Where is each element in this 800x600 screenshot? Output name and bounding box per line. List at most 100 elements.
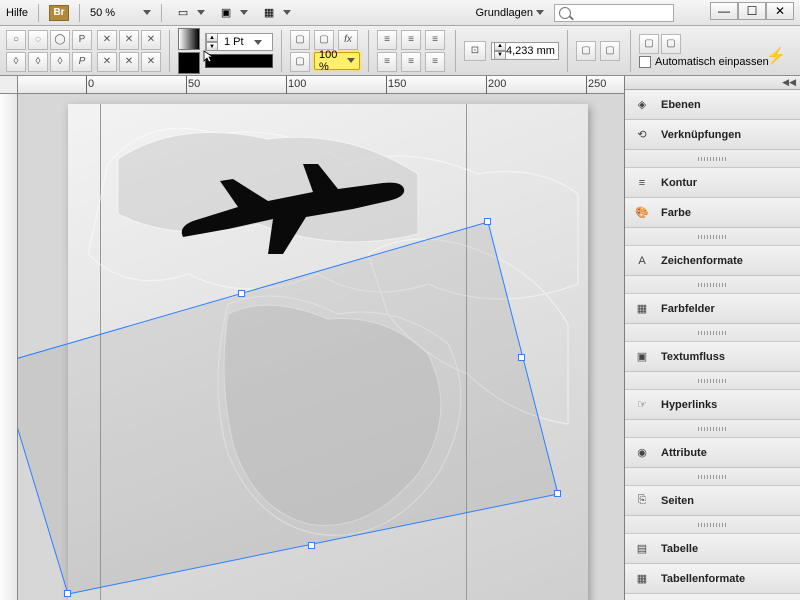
align-button[interactable]: ≡ <box>425 52 445 72</box>
panel-cell-styles[interactable]: ▥Zellenformate <box>625 594 800 600</box>
spin-up[interactable]: ▲ <box>494 42 506 51</box>
size-field[interactable]: ▲ ▼ <box>491 42 559 60</box>
path-op[interactable]: ✕ <box>141 30 161 50</box>
selection-handle[interactable] <box>308 542 315 549</box>
canvas[interactable] <box>18 94 624 600</box>
attributes-icon: ◉ <box>633 445 651 461</box>
align-button[interactable]: ≡ <box>401 30 421 50</box>
workspace-switcher[interactable]: Grundlagen <box>476 7 545 19</box>
wrap-option[interactable]: ◊ <box>6 52 26 72</box>
align-button[interactable]: ≡ <box>377 52 397 72</box>
page[interactable] <box>68 104 588 600</box>
wrap-option[interactable]: ◊ <box>28 52 48 72</box>
fill-swatch[interactable] <box>178 28 200 50</box>
fx-button[interactable]: fx <box>338 30 358 50</box>
spin-down[interactable]: ▼ <box>494 51 506 60</box>
zoom-value: 50 % <box>90 7 140 19</box>
panel-label: Textumfluss <box>661 351 725 363</box>
chevron-down-icon <box>347 58 355 63</box>
quick-apply-icon[interactable]: ⚡ <box>766 46 786 66</box>
panel-label: Attribute <box>661 447 707 459</box>
panel-pages[interactable]: ⎘Seiten <box>625 486 800 516</box>
minimize-button[interactable]: — <box>710 2 738 20</box>
transform-button[interactable]: ▢ <box>639 34 659 54</box>
wrap-option[interactable]: ○ <box>6 30 26 50</box>
close-button[interactable]: ✕ <box>766 2 794 20</box>
stroke-style-preview[interactable] <box>205 54 273 68</box>
panel-layers[interactable]: ◈Ebenen <box>625 90 800 120</box>
ruler-origin[interactable] <box>0 76 18 94</box>
fit-frame-button[interactable]: ⊡ <box>464 41 486 61</box>
cursor-icon <box>203 50 215 64</box>
search-icon <box>559 7 571 19</box>
wrap-option[interactable]: P <box>72 30 92 50</box>
wrap-option[interactable]: ◯ <box>50 30 70 50</box>
path-op[interactable]: ✕ <box>97 30 117 50</box>
textwrap-icon: ▣ <box>633 349 651 365</box>
panel-divider <box>625 150 800 168</box>
vertical-ruler[interactable] <box>0 94 18 600</box>
search-input[interactable] <box>575 7 665 19</box>
panel-swatches[interactable]: ▦Farbfelder <box>625 294 800 324</box>
stroke-swatch[interactable] <box>178 52 200 74</box>
align-button[interactable]: ≡ <box>401 52 421 72</box>
airplane-graphic[interactable] <box>178 159 408 279</box>
path-op[interactable]: ✕ <box>119 52 139 72</box>
effects-group: ▢ ▢ fx ▢ 100 % <box>290 30 360 72</box>
panel-divider <box>625 420 800 438</box>
wrap-option[interactable]: ◌ <box>28 30 48 50</box>
checkbox-icon <box>639 56 651 68</box>
panel-links[interactable]: ⟲Verknüpfungen <box>625 120 800 150</box>
stroke-weight-value: 1 Pt <box>218 36 250 48</box>
chevron-down-icon <box>143 10 151 15</box>
screen-mode-dropdown[interactable]: ▣ <box>215 3 248 23</box>
panel-color[interactable]: 🎨 Farbe <box>625 198 800 228</box>
wrap-option[interactable]: P <box>72 52 92 72</box>
wrap-option[interactable]: ◊ <box>50 52 70 72</box>
panel-divider <box>625 516 800 534</box>
fill-stroke-swatches <box>178 28 200 74</box>
arrange-dropdown[interactable]: ▦ <box>258 3 291 23</box>
view-options-dropdown[interactable]: ▭ <box>172 3 205 23</box>
transform-button[interactable]: ▢ <box>661 34 681 54</box>
autofit-checkbox[interactable]: Automatisch einpassen <box>639 56 769 68</box>
fx-button[interactable]: ▢ <box>290 52 310 72</box>
panel-stroke[interactable]: ≡Kontur <box>625 168 800 198</box>
panel-label: Hyperlinks <box>661 399 717 411</box>
horizontal-ruler[interactable]: 050100150200250 <box>18 76 624 94</box>
panel-hyperlinks[interactable]: ☞Hyperlinks <box>625 390 800 420</box>
search-field[interactable] <box>554 4 674 22</box>
frame-fit-button[interactable]: ▢ <box>600 41 620 61</box>
stroke-weight-field[interactable]: ▲ ▼ 1 Pt <box>205 33 273 51</box>
panel-textwrap[interactable]: ▣ Textumfluss <box>625 342 800 372</box>
color-icon: 🎨 <box>633 205 651 221</box>
path-op[interactable]: ✕ <box>141 52 161 72</box>
align-button[interactable]: ≡ <box>425 30 445 50</box>
path-op[interactable]: ✕ <box>97 52 117 72</box>
panel-label: Farbe <box>661 207 691 219</box>
fx-button[interactable]: ▢ <box>314 30 334 50</box>
collapse-dock-button[interactable]: ◀◀ <box>625 76 800 90</box>
selection-handle[interactable] <box>484 218 491 225</box>
panel-table[interactable]: ▤Tabelle <box>625 534 800 564</box>
selection-handle[interactable] <box>554 490 561 497</box>
fx-button[interactable]: ▢ <box>290 30 310 50</box>
maximize-button[interactable]: ☐ <box>738 2 766 20</box>
panel-char-styles[interactable]: AZeichenformate <box>625 246 800 276</box>
bridge-button[interactable]: Br <box>49 5 69 21</box>
path-op[interactable]: ✕ <box>119 30 139 50</box>
panel-attributes[interactable]: ◉ Attribute <box>625 438 800 468</box>
selection-handle[interactable] <box>238 290 245 297</box>
align-button[interactable]: ≡ <box>377 30 397 50</box>
frame-fit-button[interactable]: ▢ <box>576 41 596 61</box>
panel-divider <box>625 276 800 294</box>
size-input[interactable] <box>506 45 556 57</box>
control-bar: ○ ◌ ◯ P ◊ ◊ ◊ P ✕ ✕ ✕ ✕ ✕ ✕ ▲ ▼ 1 Pt <box>0 26 800 76</box>
selection-handle[interactable] <box>518 354 525 361</box>
selection-handle[interactable] <box>64 590 71 597</box>
opacity-field[interactable]: 100 % <box>314 52 360 70</box>
panel-table-styles[interactable]: ▦Tabellenformate <box>625 564 800 594</box>
zoom-dropdown[interactable]: 50 % <box>90 7 151 19</box>
help-menu[interactable]: Hilfe <box>6 7 28 19</box>
spin-up[interactable]: ▲ <box>206 33 218 42</box>
